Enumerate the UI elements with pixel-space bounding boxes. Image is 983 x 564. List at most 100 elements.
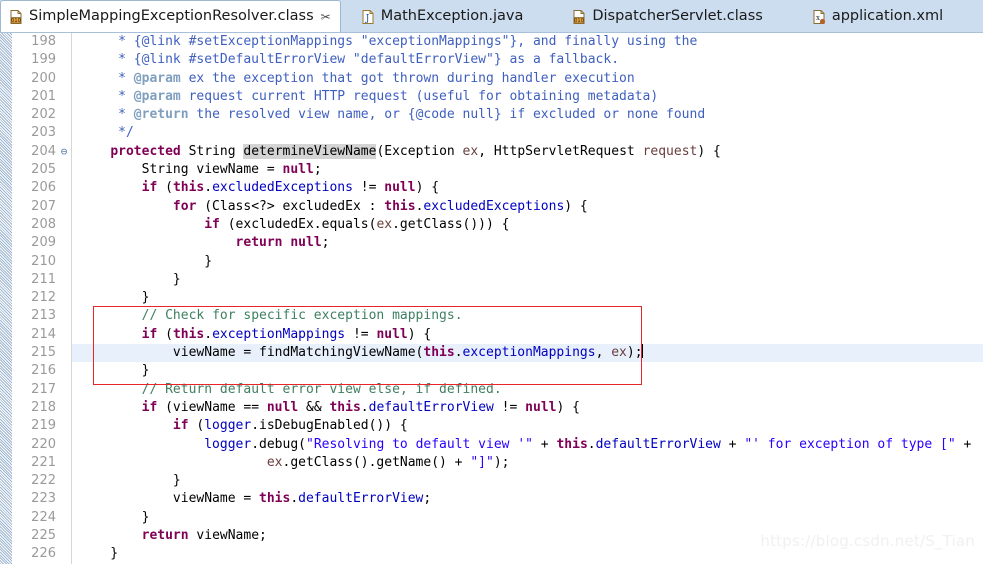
code-line-current[interactable]: 215 viewName = findMatchingViewName(this… <box>0 344 983 363</box>
code-text: String viewName = null; <box>79 162 322 178</box>
code-line[interactable]: 205 String viewName = null; <box>0 161 983 179</box>
svg-text:x: x <box>816 14 820 22</box>
code-text: if (this.exceptionMappings != null) { <box>141 326 432 342</box>
code-text: return null; <box>235 235 330 251</box>
code-line[interactable]: 216 } <box>0 362 983 380</box>
code-line[interactable]: 224 } <box>0 509 983 527</box>
code-text: for (Class<?> excludedEx : this.excluded… <box>172 198 588 214</box>
editor-tab-label: MathException.java <box>380 8 524 25</box>
code-text: } <box>79 253 213 269</box>
line-number: 222 <box>31 473 56 489</box>
line-number: 226 <box>31 546 56 562</box>
line-number: 211 <box>31 271 56 287</box>
code-line[interactable]: 223 viewName = this.defaultErrorView; <box>0 490 983 508</box>
line-number: 208 <box>31 216 56 232</box>
line-number: 214 <box>31 326 56 342</box>
line-number: 218 <box>31 399 56 415</box>
line-number: 200 <box>31 70 56 86</box>
line-number: 201 <box>31 88 56 104</box>
code-editor[interactable]: 198 * {@link #setExceptionMappings "exce… <box>0 33 983 564</box>
code-text: // Check for specific exception mappings… <box>141 308 463 324</box>
xml-file-icon: x <box>811 9 827 25</box>
watermark-text: https://blog.csdn.net/S_Tian <box>760 532 975 550</box>
editor-tab-label: SimpleMappingExceptionResolver.class <box>29 8 314 25</box>
code-line[interactable]: 209 return null; <box>0 234 983 252</box>
code-text: */ <box>79 125 134 141</box>
code-text: * {@link #setDefaultErrorView "defaultEr… <box>79 52 620 68</box>
code-text: } <box>79 290 150 306</box>
code-line[interactable]: 207 for (Class<?> excludedEx : this.excl… <box>0 198 983 216</box>
code-line[interactable]: 202 * @return the resolved view name, or… <box>0 106 983 124</box>
code-text: protected String determineViewName(Excep… <box>110 143 721 159</box>
code-line[interactable]: 208 if (excludedEx.equals(ex.getClass())… <box>0 216 983 234</box>
code-text: if (excludedEx.equals(ex.getClass())) { <box>204 216 510 232</box>
code-text: viewName = findMatchingViewName(this.exc… <box>79 344 643 361</box>
code-text: } <box>79 363 150 379</box>
code-line[interactable]: 219 if (logger.isDebugEnabled()) { <box>0 417 983 435</box>
code-line[interactable]: 214 if (this.exceptionMappings != null) … <box>0 326 983 344</box>
code-text: } <box>79 509 150 525</box>
code-line[interactable]: 206 if (this.excludedExceptions != null)… <box>0 179 983 197</box>
code-line[interactable]: 198 * {@link #setExceptionMappings "exce… <box>0 33 983 51</box>
code-text: * @param request current HTTP request (u… <box>79 88 659 104</box>
line-number: 203 <box>31 125 56 141</box>
code-line[interactable]: 200 * @param ex the exception that got t… <box>0 70 983 88</box>
code-text: if (viewName == null && this.defaultErro… <box>141 399 580 415</box>
class-file-icon: 010 <box>571 9 587 25</box>
code-text: ex.getClass().getName() + "]"); <box>266 454 510 470</box>
code-text: viewName = this.defaultErrorView; <box>79 491 432 507</box>
line-number: 198 <box>31 34 56 49</box>
code-line[interactable]: 213 // Check for specific exception mapp… <box>0 307 983 325</box>
close-icon[interactable]: ✂ <box>321 11 331 23</box>
code-text: // Return default error view else, if de… <box>141 381 502 397</box>
line-number: 204 <box>31 143 56 159</box>
code-line[interactable]: 221 ex.getClass().getName() + "]"); <box>0 454 983 472</box>
svg-text:010: 010 <box>575 18 585 24</box>
line-number: 210 <box>31 253 56 269</box>
java-file-icon: J <box>360 9 376 25</box>
editor-tab-0[interactable]: 010 SimpleMappingExceptionResolver.class ✂ <box>0 0 341 32</box>
line-number: 213 <box>31 308 56 324</box>
code-line[interactable]: 199 * {@link #setDefaultErrorView "defau… <box>0 51 983 69</box>
line-number: 221 <box>31 454 56 470</box>
code-text: if (this.excludedExceptions != null) { <box>141 180 440 196</box>
code-line[interactable]: 212 } <box>0 289 983 307</box>
fold-collapse-icon[interactable]: ⊖ <box>58 143 70 161</box>
code-line[interactable]: 220 logger.debug("Resolving to default v… <box>0 436 983 454</box>
code-line[interactable]: 222 } <box>0 472 983 490</box>
editor-tab-2[interactable]: 010 DispatcherServlet.class <box>564 1 771 32</box>
code-line[interactable]: 204 ⊖ protected String determineViewName(… <box>0 143 983 161</box>
editor-tab-1[interactable]: J MathException.java <box>353 1 533 32</box>
code-text: * @param ex the exception that got throw… <box>79 70 635 86</box>
line-number: 216 <box>31 363 56 379</box>
line-number: 202 <box>31 107 56 123</box>
line-number: 199 <box>31 52 56 68</box>
code-line[interactable]: 217 // Return default error view else, i… <box>0 381 983 399</box>
line-number: 225 <box>31 528 56 544</box>
code-text: * {@link #setExceptionMappings "exceptio… <box>79 34 698 49</box>
editor-tab-label: application.xml <box>831 8 944 25</box>
line-number: 217 <box>31 381 56 397</box>
line-number: 206 <box>31 180 56 196</box>
editor-tab-3[interactable]: x application.xml <box>804 1 952 32</box>
line-number: 212 <box>31 290 56 306</box>
code-text: * @return the resolved view name, or {@c… <box>79 107 706 123</box>
line-number: 219 <box>31 418 56 434</box>
code-line[interactable]: 218 if (viewName == null && this.default… <box>0 399 983 417</box>
line-number: 215 <box>31 345 56 361</box>
svg-text:J: J <box>364 14 369 24</box>
line-number: 205 <box>31 162 56 178</box>
line-number: 224 <box>31 509 56 525</box>
line-number: 220 <box>31 436 56 452</box>
code-line[interactable]: 203 */ <box>0 124 983 142</box>
code-text: return viewName; <box>141 528 267 544</box>
code-text: } <box>79 271 181 287</box>
editor-tab-label: DispatcherServlet.class <box>592 8 763 25</box>
svg-text:010: 010 <box>11 18 21 24</box>
code-lines-container[interactable]: 198 * {@link #setExceptionMappings "exce… <box>0 33 983 564</box>
code-line[interactable]: 211 } <box>0 271 983 289</box>
code-line[interactable]: 201 * @param request current HTTP reques… <box>0 88 983 106</box>
class-file-icon: 010 <box>8 9 24 25</box>
code-line[interactable]: 210 } <box>0 253 983 271</box>
code-text: } <box>79 546 119 562</box>
